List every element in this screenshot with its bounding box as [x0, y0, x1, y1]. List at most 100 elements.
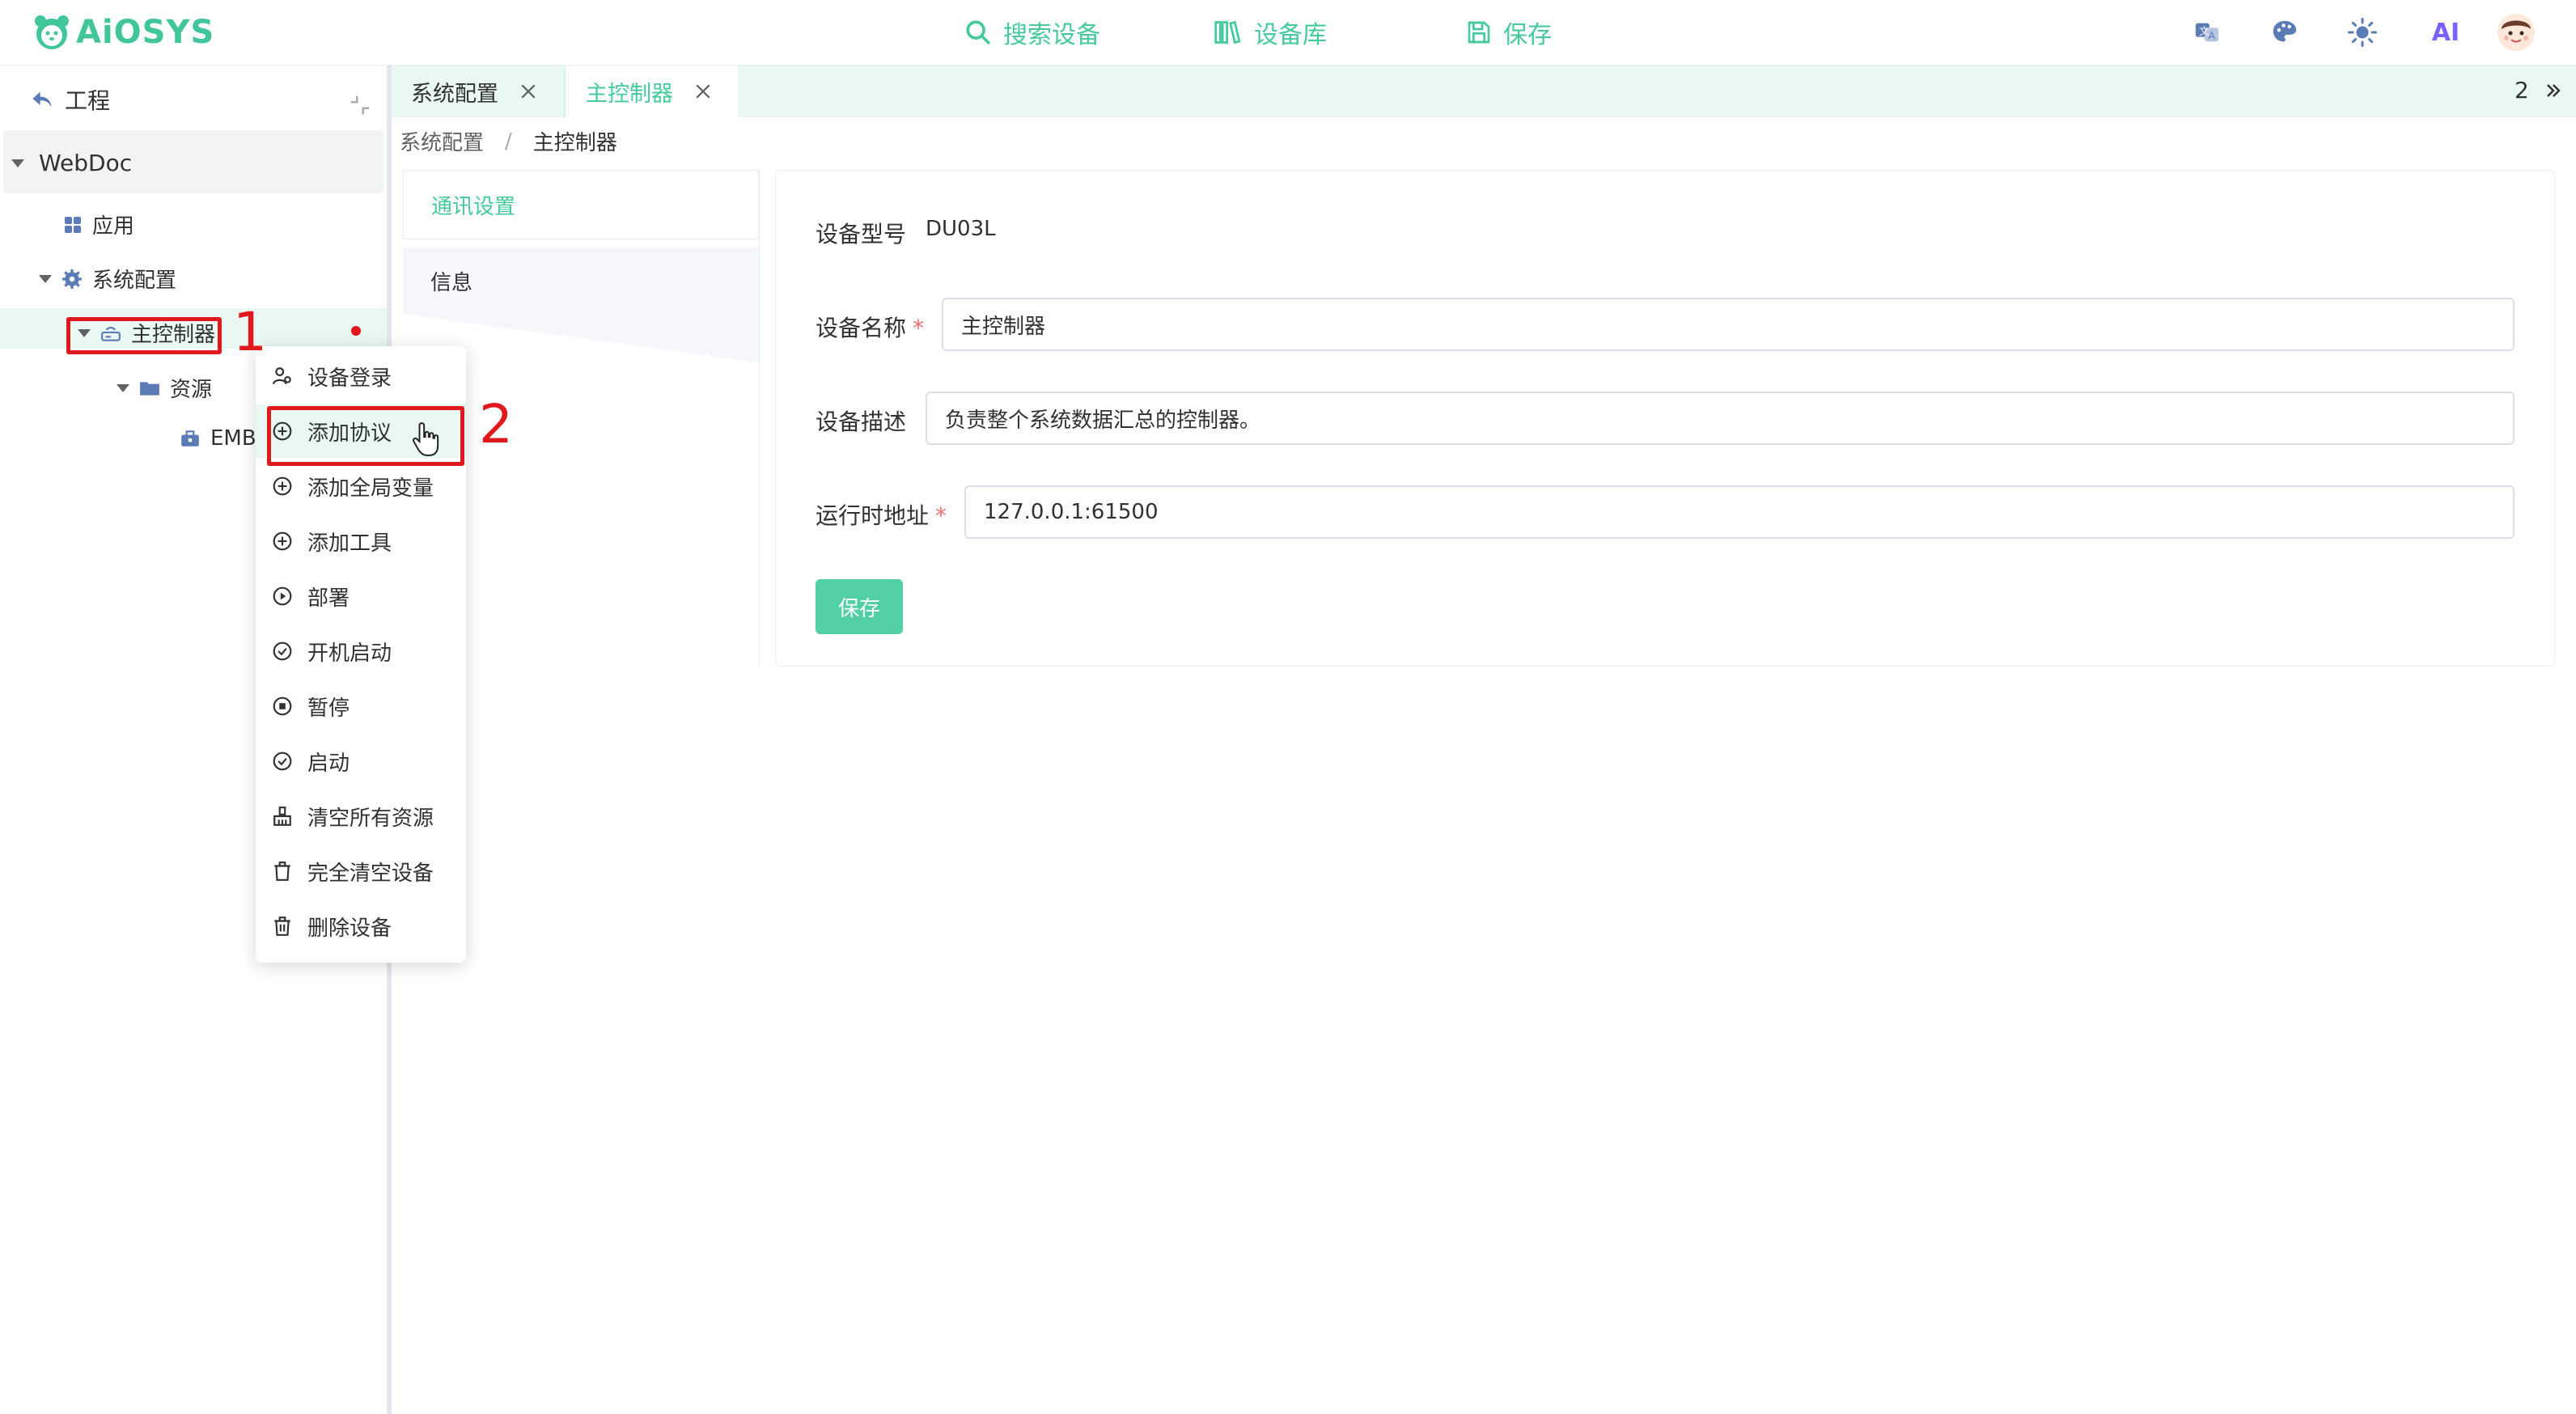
logo-text: AiOSYS	[76, 14, 215, 51]
ai-button[interactable]: AI	[2426, 15, 2466, 50]
tree-item-label: 应用	[92, 214, 135, 239]
device-name-label: 设备名称 *	[816, 315, 925, 341]
breadcrumb-item[interactable]: 系统配置	[400, 126, 484, 156]
broom-icon	[273, 806, 291, 826]
trash-icon	[274, 862, 290, 881]
menu-item-label: 删除设备	[307, 916, 392, 941]
device-desc-label: 设备描述	[816, 409, 907, 435]
menu-item-delete-device[interactable]: 删除设备	[256, 900, 466, 953]
annotation-number-2: 2	[479, 393, 513, 455]
runtime-address-input[interactable]: 127.0.0.1:61500	[964, 485, 2515, 539]
grid-icon	[65, 216, 81, 233]
collapse-icon[interactable]	[348, 93, 372, 117]
back-to-project[interactable]: 工程	[31, 83, 110, 116]
save-icon	[1468, 21, 1490, 44]
save-button[interactable]: 保存	[816, 579, 903, 634]
tab-overflow[interactable]: 2	[2515, 77, 2563, 104]
caret-down-icon	[39, 274, 52, 283]
translate-button[interactable]: 文A	[2189, 15, 2225, 50]
tab-label: 主控制器	[586, 81, 673, 107]
tab-bar: 系统配置 主控制器 2	[392, 66, 2576, 117]
caret-down-icon	[117, 383, 129, 392]
menu-item-deploy[interactable]: 部署	[256, 569, 466, 623]
device-model-value: DU03L	[926, 217, 996, 241]
app-header: AiOSYS 搜索设备 设备库 保存 文A AI	[0, 0, 2576, 66]
breadcrumb-separator: /	[505, 129, 512, 154]
check-circle-icon	[273, 641, 292, 661]
palette-icon	[2273, 20, 2297, 42]
menu-item-label: 设备登录	[307, 366, 392, 391]
avatar-face-icon	[2498, 14, 2535, 51]
app-logo[interactable]: AiOSYS	[32, 10, 214, 55]
tree-item-app[interactable]: 应用	[63, 210, 134, 239]
device-model-label: 设备型号	[816, 221, 907, 248]
save-nav[interactable]: 保存	[1466, 11, 1552, 53]
ai-icon: AI	[2431, 18, 2460, 47]
tab-count: 2	[2515, 77, 2529, 104]
double-chevron-right-icon	[2546, 83, 2561, 97]
play-circle-icon	[273, 586, 292, 606]
device-name-input[interactable]: 主控制器	[942, 298, 2515, 351]
close-icon[interactable]	[694, 83, 712, 100]
gear-icon	[62, 269, 82, 289]
menu-item-pause[interactable]: 暂停	[256, 679, 466, 733]
login-icon	[273, 367, 291, 385]
back-arrow-icon	[32, 91, 52, 108]
annotation-number-1: 1	[233, 301, 267, 363]
bear-logo-icon	[35, 15, 69, 49]
search-device-label: 搜索设备	[1003, 21, 1100, 49]
tree-root[interactable]: WebDoc	[11, 150, 132, 176]
menu-item-label: 添加工具	[307, 531, 392, 556]
library-icon	[1214, 20, 1241, 44]
menu-item-add-tool[interactable]: 添加工具	[256, 514, 466, 568]
menu-item-label: 完全清空设备	[307, 861, 434, 886]
breadcrumb: 系统配置 / 主控制器	[392, 118, 2576, 160]
inner-nav-label: 信息	[430, 270, 473, 295]
menu-item-label: 清空所有资源	[307, 806, 434, 831]
plus-circle-icon	[273, 531, 292, 551]
avatar[interactable]	[2497, 13, 2536, 52]
inner-nav-info[interactable]: 信息	[403, 248, 759, 314]
tab-system-config[interactable]: 系统配置	[392, 66, 565, 117]
menu-item-wipe-device[interactable]: 完全清空设备	[256, 845, 466, 898]
tree-item-label: 系统配置	[92, 269, 177, 293]
tab-main-controller[interactable]: 主控制器	[566, 66, 738, 117]
annotation-box-1	[66, 317, 222, 354]
device-library-nav[interactable]: 设备库	[1214, 11, 1327, 53]
device-library-label: 设备库	[1254, 21, 1327, 49]
tree-item-label: 资源	[170, 378, 213, 402]
menu-item-start[interactable]: 启动	[256, 735, 466, 788]
check-circle-icon	[273, 751, 292, 771]
breadcrumb-current: 主控制器	[532, 131, 617, 155]
menu-item-label: 部署	[307, 586, 350, 611]
menu-item-label: 暂停	[307, 696, 350, 721]
inner-nav-comm-settings[interactable]: 通讯设置	[403, 170, 759, 239]
folder-icon	[140, 381, 159, 396]
caret-down-icon	[11, 159, 24, 167]
trash-icon	[274, 917, 290, 936]
tree-item-emb[interactable]: EMB	[180, 426, 256, 451]
toolbox-icon	[181, 430, 199, 447]
theme-palette-button[interactable]	[2267, 15, 2303, 50]
svg-text:A: A	[2208, 31, 2215, 43]
menu-item-clear-resources[interactable]: 清空所有资源	[256, 790, 466, 843]
tree-item-system-config[interactable]: 系统配置	[39, 264, 176, 294]
search-device-nav[interactable]: 搜索设备	[964, 11, 1100, 53]
translate-icon: 文A	[2195, 23, 2219, 43]
search-icon	[966, 20, 990, 44]
menu-item-add-global-variable[interactable]: 添加全局变量	[256, 459, 466, 513]
menu-item-label: 启动	[307, 751, 350, 776]
stop-circle-icon	[273, 696, 292, 716]
close-icon[interactable]	[519, 83, 537, 100]
save-nav-label: 保存	[1503, 21, 1552, 49]
plus-circle-icon	[273, 476, 292, 496]
light-mode-button[interactable]	[2345, 15, 2380, 50]
inner-nav-label: 通讯设置	[431, 194, 516, 219]
menu-item-label: 添加全局变量	[307, 476, 434, 501]
tab-label: 系统配置	[411, 81, 498, 107]
menu-item-label: 开机启动	[307, 641, 392, 666]
device-desc-input[interactable]: 负责整个系统数据汇总的控制器。	[926, 392, 2515, 445]
tree-item-resources[interactable]: 资源	[117, 373, 212, 403]
menu-item-device-login[interactable]: 设备登录	[256, 349, 466, 403]
menu-item-autostart[interactable]: 开机启动	[256, 624, 466, 678]
